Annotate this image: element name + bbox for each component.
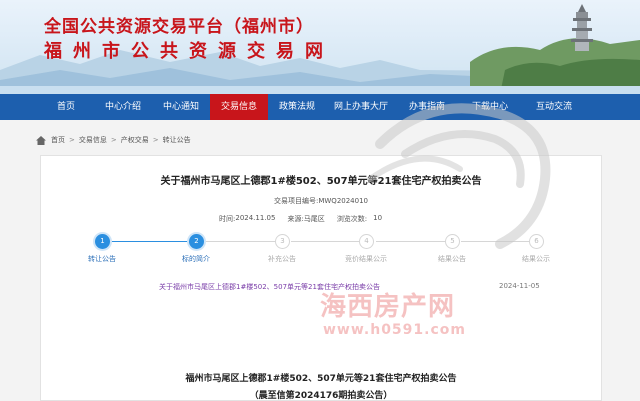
step-connector: [206, 241, 281, 242]
time-value: 2024.11.05: [235, 214, 276, 222]
nav-online-services[interactable]: 网上办事大厅: [326, 94, 396, 120]
project-number: 交易项目编号:MWQ2024010: [273, 197, 368, 205]
step-1-label[interactable]: 转让公告: [72, 254, 132, 264]
main-nav: 首页 中心介绍 中心通知 交易信息 政策法规 网上办事大厅 办事指南 下载中心 …: [0, 94, 640, 120]
step-6-label[interactable]: 结果公示: [506, 254, 566, 264]
article-title: 关于福州市马尾区上德郡1#楼502、507单元等21套住宅产权拍卖公告: [160, 176, 482, 187]
source-label: 来源:: [287, 215, 304, 223]
document-title: 福州市马尾区上德郡1#楼502、507单元等21套住宅产权拍卖公告: [185, 374, 457, 384]
breadcrumb-trade-info[interactable]: 交易信息: [79, 135, 107, 145]
step-1-marker[interactable]: 1: [95, 234, 110, 249]
nav-interaction[interactable]: 互动交流: [522, 94, 586, 120]
notice-date: 2024-11-05: [499, 282, 540, 290]
breadcrumb-separator: >: [69, 136, 75, 144]
step-connector: [461, 241, 536, 242]
platform-title: 全国公共资源交易平台（福州市）: [44, 17, 314, 37]
views-value: 10: [373, 214, 383, 222]
nav-about-center[interactable]: 中心介绍: [94, 94, 152, 120]
process-steps: 1 2 3 4 5 6 转让公告 标的简介 补充公告 竞价结果公示 结果公告 结…: [41, 234, 601, 274]
nav-policies[interactable]: 政策法规: [268, 94, 326, 120]
document-subtitle: （晨至信第2024176期拍卖公告）: [249, 391, 393, 401]
nav-home[interactable]: 首页: [38, 94, 94, 120]
article-meta: 时间: 2024.11.05 来源: 马尾区 浏览次数: 10: [219, 214, 382, 224]
article-card: 关于福州市马尾区上德郡1#楼502、507单元等21套住宅产权拍卖公告 交易项目…: [40, 155, 602, 401]
home-icon: [36, 135, 46, 145]
breadcrumb-home[interactable]: 首页: [51, 135, 65, 145]
breadcrumb-separator: >: [110, 136, 117, 144]
step-6-marker[interactable]: 6: [529, 234, 544, 249]
step-2-marker[interactable]: 2: [189, 234, 204, 249]
breadcrumb-separator: >: [152, 136, 159, 144]
step-4-marker[interactable]: 4: [359, 234, 374, 249]
views-label: 浏览次数:: [336, 215, 368, 223]
breadcrumb-property-trade[interactable]: 产权交易: [121, 135, 149, 145]
nav-downloads[interactable]: 下载中心: [458, 94, 522, 120]
step-5-label[interactable]: 结果公告: [422, 254, 482, 264]
watermark-text: 海西房产网: [320, 292, 456, 322]
step-2-label[interactable]: 标的简介: [166, 254, 226, 264]
step-3-marker[interactable]: 3: [275, 234, 290, 249]
nav-trade-info[interactable]: 交易信息: [210, 94, 268, 120]
site-title: 福州市公共资源交易网: [44, 41, 334, 62]
breadcrumb: 首页 > 交易信息 > 产权交易 > 转让公告: [36, 135, 191, 145]
step-connector: [376, 241, 451, 242]
step-connector: [111, 241, 196, 242]
site-banner: 全国公共资源交易平台（福州市） 福州市公共资源交易网: [0, 0, 640, 94]
time-label: 时间:: [219, 215, 236, 223]
step-4-label[interactable]: 竞价结果公示: [336, 254, 396, 264]
step-connector: [291, 241, 366, 242]
nav-service-guide[interactable]: 办事指南: [396, 94, 458, 120]
step-5-marker[interactable]: 5: [445, 234, 460, 249]
nav-center-notices[interactable]: 中心通知: [152, 94, 210, 120]
breadcrumb-transfer-notice[interactable]: 转让公告: [163, 135, 191, 145]
watermark-url: www.h0591.com: [323, 322, 466, 338]
source-value: 马尾区: [303, 215, 325, 223]
step-3-label[interactable]: 补充公告: [252, 254, 312, 264]
